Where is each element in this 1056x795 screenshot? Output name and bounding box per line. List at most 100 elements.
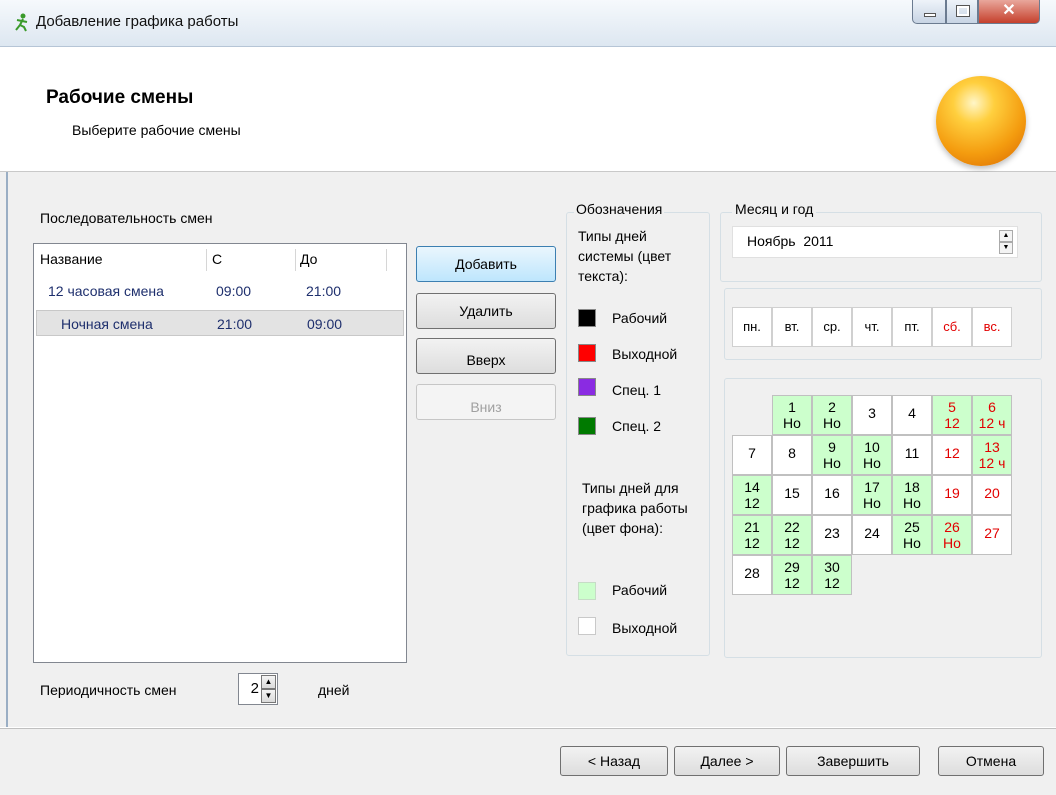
calendar-day[interactable]: 13 12 ч bbox=[972, 435, 1012, 475]
page-title: Рабочие смены bbox=[46, 87, 194, 108]
legend-label-special1: Спец. 1 bbox=[612, 382, 662, 398]
add-button[interactable]: Добавить bbox=[416, 246, 556, 282]
table-row[interactable]: 12 часовая смена 09:00 21:00 bbox=[36, 278, 404, 304]
shift-to: 21:00 bbox=[306, 283, 342, 299]
day-number: 6 bbox=[988, 399, 996, 415]
calendar-day[interactable]: 15 bbox=[772, 475, 812, 515]
day-number: 3 bbox=[868, 405, 876, 421]
calendar-day[interactable]: 23 bbox=[812, 515, 852, 555]
column-header-from[interactable]: С bbox=[212, 244, 222, 274]
month-down-icon[interactable]: ▼ bbox=[999, 242, 1013, 254]
calendar-day[interactable]: 26 Но bbox=[932, 515, 972, 555]
period-stepper[interactable]: 2 ▲ ▼ bbox=[238, 673, 278, 705]
calendar-day[interactable]: 29 12 bbox=[772, 555, 812, 595]
weekday-tue: вт. bbox=[772, 307, 812, 347]
remove-button[interactable]: Удалить bbox=[416, 293, 556, 329]
weekday-thu: чт. bbox=[852, 307, 892, 347]
calendar-day[interactable]: 9 Но bbox=[812, 435, 852, 475]
column-divider[interactable] bbox=[295, 249, 296, 271]
day-shift: Но bbox=[903, 535, 921, 551]
day-shift: 12 bbox=[744, 495, 760, 511]
calendar-day[interactable]: 14 12 bbox=[732, 475, 772, 515]
shift-list[interactable]: Название С До 12 часовая смена 09:00 21:… bbox=[33, 243, 407, 663]
calendar-day[interactable]: 8 bbox=[772, 435, 812, 475]
column-divider[interactable] bbox=[206, 249, 207, 271]
cancel-button[interactable]: Отмена bbox=[938, 746, 1044, 776]
move-up-button[interactable]: Вверх bbox=[416, 338, 556, 374]
calendar-day[interactable]: 10 Но bbox=[852, 435, 892, 475]
calendar-day[interactable]: 4 bbox=[892, 395, 932, 435]
day-number: 24 bbox=[864, 525, 880, 541]
weekday-wed: ср. bbox=[812, 307, 852, 347]
day-number: 25 bbox=[904, 519, 920, 535]
day-number: 4 bbox=[908, 405, 916, 421]
calendar-day[interactable]: 7 bbox=[732, 435, 772, 475]
calendar-day[interactable]: 3 bbox=[852, 395, 892, 435]
calendar-day[interactable]: 28 bbox=[732, 555, 772, 595]
day-number: 20 bbox=[984, 485, 1000, 501]
calendar-day[interactable]: 19 bbox=[932, 475, 972, 515]
calendar-day[interactable]: 1 Но bbox=[772, 395, 812, 435]
maximize-button[interactable] bbox=[946, 0, 978, 24]
calendar-day[interactable]: 21 12 bbox=[732, 515, 772, 555]
day-shift: 12 ч bbox=[978, 455, 1006, 471]
schedule-types-label: Типы дней для графика работы (цвет фона)… bbox=[582, 480, 688, 536]
spin-down-icon[interactable]: ▼ bbox=[261, 689, 276, 703]
back-button[interactable]: < Назад bbox=[560, 746, 668, 776]
calendar-day[interactable]: 20 bbox=[972, 475, 1012, 515]
close-icon: ✕ bbox=[1002, 2, 1016, 19]
day-number: 17 bbox=[864, 479, 880, 495]
calendar-day[interactable]: 30 12 bbox=[812, 555, 852, 595]
maximize-icon bbox=[956, 5, 970, 17]
day-number: 16 bbox=[824, 485, 840, 501]
next-button[interactable]: Далее > bbox=[674, 746, 780, 776]
legend-swatch-dayoff bbox=[578, 344, 596, 362]
month-year-input[interactable]: Ноябрь 2011 ▲ ▼ bbox=[732, 226, 1018, 258]
app-icon bbox=[15, 13, 28, 32]
weekday-sat: сб. bbox=[932, 307, 972, 347]
wizard-logo bbox=[936, 76, 1026, 166]
calendar-day[interactable]: 11 bbox=[892, 435, 932, 475]
calendar-day[interactable]: 27 bbox=[972, 515, 1012, 555]
table-row[interactable]: Ночная смена 21:00 09:00 bbox=[36, 310, 404, 336]
calendar-day[interactable]: 16 bbox=[812, 475, 852, 515]
period-unit: дней bbox=[318, 682, 350, 698]
legend-label-schedule-dayoff: Выходной bbox=[612, 620, 678, 636]
day-number: 11 bbox=[904, 445, 920, 461]
system-types-label: Типы дней системы (цвет текста): bbox=[578, 228, 672, 284]
column-divider[interactable] bbox=[386, 249, 387, 271]
day-number: 14 bbox=[744, 479, 760, 495]
day-number: 8 bbox=[788, 445, 796, 461]
calendar-day[interactable]: 6 12 ч bbox=[972, 395, 1012, 435]
calendar-day[interactable]: 5 12 bbox=[932, 395, 972, 435]
spin-up-icon[interactable]: ▲ bbox=[261, 675, 276, 689]
minimize-button[interactable] bbox=[912, 0, 946, 24]
move-down-button[interactable]: Вниз bbox=[416, 384, 556, 420]
day-number: 28 bbox=[744, 565, 760, 581]
sequence-label: Последовательность смен bbox=[40, 210, 213, 226]
close-button[interactable]: ✕ bbox=[978, 0, 1040, 24]
day-shift: 12 ч bbox=[978, 415, 1006, 431]
day-number: 7 bbox=[748, 445, 756, 461]
day-number: 18 bbox=[904, 479, 920, 495]
weekday-mon: пн. bbox=[732, 307, 772, 347]
legend-swatch-work bbox=[578, 309, 596, 327]
legend-swatch-special1 bbox=[578, 378, 596, 396]
calendar-day[interactable]: 24 bbox=[852, 515, 892, 555]
calendar-day[interactable]: 12 bbox=[932, 435, 972, 475]
column-header-name[interactable]: Название bbox=[40, 244, 103, 274]
day-number: 12 bbox=[944, 445, 960, 461]
calendar-day[interactable]: 17 Но bbox=[852, 475, 892, 515]
day-number: 15 bbox=[784, 485, 800, 501]
minimize-icon bbox=[924, 13, 936, 17]
legend-label-work: Рабочий bbox=[612, 310, 668, 326]
calendar-day[interactable]: 2 Но bbox=[812, 395, 852, 435]
month-up-icon[interactable]: ▲ bbox=[999, 230, 1013, 242]
finish-button[interactable]: Завершить bbox=[786, 746, 920, 776]
calendar-day[interactable]: 22 12 bbox=[772, 515, 812, 555]
calendar-day[interactable]: 18 Но bbox=[892, 475, 932, 515]
calendar-day[interactable]: 25 Но bbox=[892, 515, 932, 555]
weekday-fri: пт. bbox=[892, 307, 932, 347]
day-shift: Но bbox=[943, 535, 961, 551]
column-header-to[interactable]: До bbox=[300, 244, 317, 274]
